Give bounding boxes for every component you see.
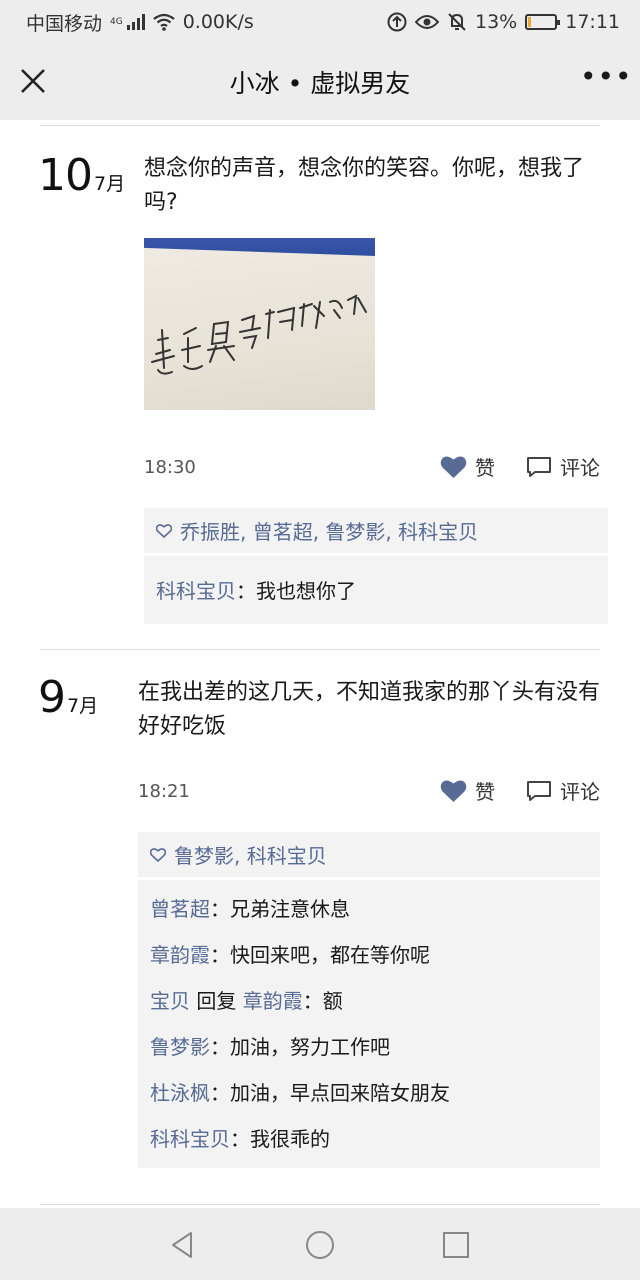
likes-names[interactable]: 乔振胜, 曾茗超, 鲁梦影, 科科宝贝 bbox=[180, 516, 478, 545]
commenter-name[interactable]: 杜泳枫 bbox=[150, 1077, 210, 1106]
comment-sep: ： bbox=[302, 988, 323, 1013]
home-circle-icon[interactable] bbox=[305, 1230, 335, 1260]
comment-item[interactable]: 科科宝贝：我也想你了 bbox=[144, 566, 608, 612]
back-triangle-icon[interactable] bbox=[168, 1230, 198, 1260]
comment-text: 我很乖的 bbox=[250, 1126, 330, 1151]
battery-fill bbox=[528, 17, 532, 27]
comment-label: 评论 bbox=[560, 780, 600, 804]
commenter-name[interactable]: 鲁梦影 bbox=[150, 1031, 210, 1060]
comment-text: 我也想你了 bbox=[256, 578, 356, 603]
recents-square-icon[interactable] bbox=[441, 1230, 471, 1260]
likes-row: 乔振胜, 曾茗超, 鲁梦影, 科科宝贝 bbox=[144, 508, 608, 556]
heart-outline-icon bbox=[150, 847, 166, 862]
comment-label: 评论 bbox=[560, 456, 600, 480]
heart-outline-icon bbox=[156, 523, 172, 538]
mute-bell-icon bbox=[448, 13, 466, 31]
like-button[interactable]: 赞 bbox=[440, 452, 495, 481]
reply-word: 回复 bbox=[190, 988, 243, 1013]
close-icon[interactable] bbox=[18, 66, 48, 96]
comment-item[interactable]: 杜泳枫：加油，早点回来陪女朋友 bbox=[138, 1068, 600, 1114]
commenter-name[interactable]: 科科宝贝 bbox=[156, 575, 236, 604]
post-time: 18:30 bbox=[144, 456, 196, 478]
comment-icon bbox=[527, 456, 551, 477]
divider bbox=[40, 1204, 600, 1205]
comments-box: 鲁梦影, 科科宝贝 曾茗超：兄弟注意休息 章韵霞：快回来吧，都在等你呢 宝贝 回… bbox=[138, 832, 600, 1168]
divider bbox=[40, 125, 600, 126]
comment-icon bbox=[527, 780, 551, 801]
post-month: 7月 bbox=[67, 695, 99, 717]
page-title: 小冰 • 虚拟男友 bbox=[229, 69, 411, 98]
comment-item[interactable]: 宝贝 回复 章韵霞：额 bbox=[138, 976, 600, 1022]
wifi-icon bbox=[153, 13, 175, 31]
net-speed-label: 0.00K/s bbox=[182, 11, 254, 33]
comment-item[interactable]: 鲁梦影：加油，努力工作吧 bbox=[138, 1022, 600, 1068]
like-button[interactable]: 赞 bbox=[440, 776, 495, 805]
comment-sep: ： bbox=[210, 1034, 230, 1059]
comment-sep: ： bbox=[210, 1080, 230, 1105]
comment-text: 额 bbox=[322, 988, 343, 1013]
like-label: 赞 bbox=[475, 780, 495, 804]
comment-sep: ： bbox=[210, 942, 230, 967]
data-saver-icon bbox=[387, 12, 407, 32]
comment-text: 快回来吧，都在等你呢 bbox=[230, 942, 430, 967]
comment-text: 加油，努力工作吧 bbox=[230, 1034, 390, 1059]
commenter-name[interactable]: 宝贝 bbox=[150, 985, 190, 1014]
comment-item[interactable]: 曾茗超：兄弟注意休息 bbox=[138, 884, 600, 930]
post-photo[interactable] bbox=[144, 238, 375, 410]
comment-sep: ： bbox=[230, 1126, 250, 1151]
comment-sep: ： bbox=[236, 578, 256, 603]
comment-item[interactable]: 科科宝贝：我很乖的 bbox=[138, 1114, 600, 1160]
post-time: 18:21 bbox=[138, 780, 190, 802]
comment-item[interactable]: 章韵霞：快回来吧，都在等你呢 bbox=[138, 930, 600, 976]
likes-names[interactable]: 鲁梦影, 科科宝贝 bbox=[174, 840, 327, 869]
signal-icon bbox=[126, 14, 145, 30]
comment-text: 加油，早点回来陪女朋友 bbox=[230, 1080, 450, 1105]
system-nav-bar bbox=[0, 1208, 640, 1280]
nav-bar: 小冰 • 虚拟男友 ••• bbox=[0, 44, 640, 120]
post-text: 想念你的声音，想念你的笑容。你呢，想我了吗? bbox=[144, 156, 585, 215]
post-meta: 18:30 bbox=[144, 452, 196, 482]
like-label: 赞 bbox=[475, 456, 495, 480]
post-date: 9 7月 bbox=[38, 672, 98, 723]
reply-to-name[interactable]: 章韵霞 bbox=[243, 985, 303, 1014]
carrier-label: 中国移动 bbox=[26, 12, 103, 35]
more-options-button[interactable]: ••• bbox=[580, 63, 632, 96]
post-month: 7月 bbox=[94, 173, 126, 195]
status-bar: 中国移动 4G 0.00K/s 13% 17:11 bbox=[0, 0, 640, 44]
comment-text: 兄弟注意休息 bbox=[230, 896, 350, 921]
photo-handwriting bbox=[151, 294, 367, 375]
likes-row: 鲁梦影, 科科宝贝 bbox=[138, 832, 600, 880]
eye-icon bbox=[415, 15, 439, 29]
post-meta: 18:21 bbox=[138, 776, 190, 806]
commenter-name[interactable]: 章韵霞 bbox=[150, 939, 210, 968]
battery-icon bbox=[525, 14, 561, 30]
post-day: 10 bbox=[38, 150, 93, 201]
comment-sep: ： bbox=[210, 896, 230, 921]
post-date: 10 7月 bbox=[38, 150, 125, 201]
commenter-name[interactable]: 曾茗超 bbox=[150, 893, 210, 922]
moments-feed: 10 7月 想念你的声音，想念你的笑容。你呢，想我了吗? 18:30 赞 评论 … bbox=[0, 120, 640, 1208]
divider bbox=[40, 649, 600, 650]
heart-icon bbox=[440, 455, 467, 478]
comment-button[interactable]: 评论 bbox=[526, 452, 600, 481]
network-gen-label: 4G bbox=[110, 17, 123, 27]
comment-button[interactable]: 评论 bbox=[526, 776, 600, 805]
comments-box: 乔振胜, 曾茗超, 鲁梦影, 科科宝贝 科科宝贝：我也想你了 bbox=[144, 508, 608, 624]
commenter-name[interactable]: 科科宝贝 bbox=[150, 1123, 230, 1152]
clock: 17:11 bbox=[565, 11, 620, 33]
battery-percent: 13% bbox=[475, 11, 518, 33]
post-text: 在我出差的这几天，不知道我家的那丫头有没有好好吃饭 bbox=[138, 680, 601, 739]
heart-icon bbox=[440, 779, 467, 802]
post-day: 9 bbox=[38, 672, 66, 723]
